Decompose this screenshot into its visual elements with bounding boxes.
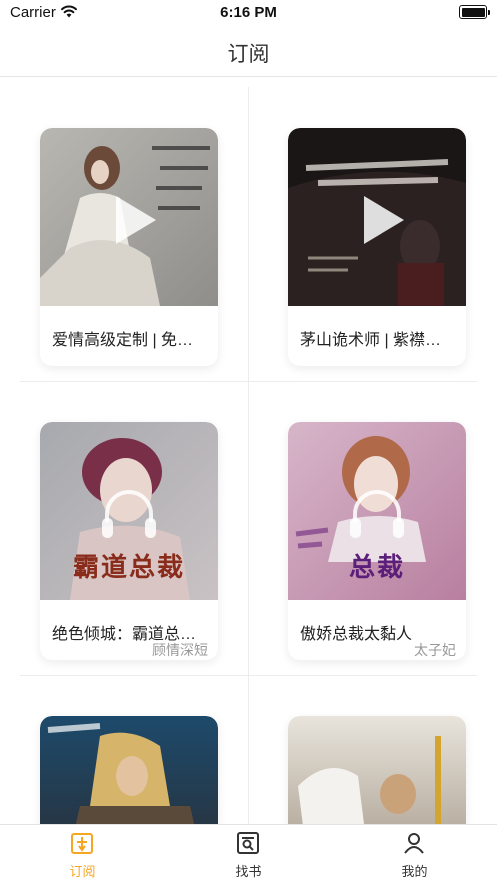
book-card[interactable]: 茅山诡术师 | 紫襟… bbox=[288, 128, 466, 366]
navigation-bar: 订阅 bbox=[0, 26, 497, 77]
book-cover[interactable] bbox=[288, 128, 466, 306]
cover-caption: 霸道总裁 bbox=[72, 553, 185, 583]
tab-subscribe[interactable]: 订阅 bbox=[0, 825, 165, 884]
status-bar: Carrier 6:16 PM bbox=[0, 0, 497, 26]
play-icon[interactable] bbox=[110, 192, 160, 248]
headphones-icon[interactable] bbox=[347, 486, 407, 542]
play-icon[interactable] bbox=[358, 192, 408, 248]
profile-icon bbox=[404, 833, 424, 854]
battery-icon bbox=[459, 5, 490, 19]
book-cover[interactable] bbox=[40, 716, 218, 824]
tab-find-book[interactable]: 找书 bbox=[166, 825, 331, 884]
book-author: 太子妃 bbox=[414, 642, 456, 658]
headphones-icon[interactable] bbox=[99, 486, 159, 542]
book-card[interactable]: 霸道总裁 绝色倾城：霸道总… 顾情深短 bbox=[40, 422, 218, 660]
row-divider bbox=[20, 675, 477, 676]
cover-caption: 总裁 bbox=[348, 553, 405, 583]
find-book-icon bbox=[237, 832, 259, 854]
book-card[interactable]: 爱情高级定制 | 免… bbox=[40, 128, 218, 366]
book-cover[interactable] bbox=[288, 716, 466, 824]
book-card[interactable] bbox=[288, 716, 466, 824]
book-cover[interactable] bbox=[40, 128, 218, 306]
row-divider bbox=[20, 381, 477, 382]
tab-label: 找书 bbox=[235, 864, 262, 879]
book-title: 爱情高级定制 | 免… bbox=[52, 332, 194, 349]
clock: 6:16 PM bbox=[220, 4, 277, 21]
subscribe-icon bbox=[71, 833, 93, 854]
cover-image bbox=[288, 716, 466, 824]
book-author: 顾情深短 bbox=[152, 642, 208, 658]
tab-label: 订阅 bbox=[69, 864, 96, 879]
tab-profile[interactable]: 我的 bbox=[332, 825, 497, 884]
book-title: 茅山诡术师 | 紫襟… bbox=[300, 332, 442, 349]
book-card[interactable]: 总裁 傲娇总裁太黏人 太子妃 bbox=[288, 422, 466, 660]
tab-bar: 订阅 找书 我的 bbox=[0, 824, 497, 884]
book-card[interactable] bbox=[40, 716, 218, 824]
cover-image bbox=[40, 716, 218, 824]
tab-label: 我的 bbox=[401, 864, 428, 879]
column-divider bbox=[248, 87, 249, 824]
page-title: 订阅 bbox=[227, 43, 270, 66]
book-cover[interactable]: 总裁 bbox=[288, 422, 466, 600]
subscription-grid[interactable]: 爱情高级定制 | 免… 茅山诡术师 | 紫襟… 霸道总裁 绝色倾城：霸道总… 顾… bbox=[0, 77, 497, 824]
book-cover[interactable]: 霸道总裁 bbox=[40, 422, 218, 600]
